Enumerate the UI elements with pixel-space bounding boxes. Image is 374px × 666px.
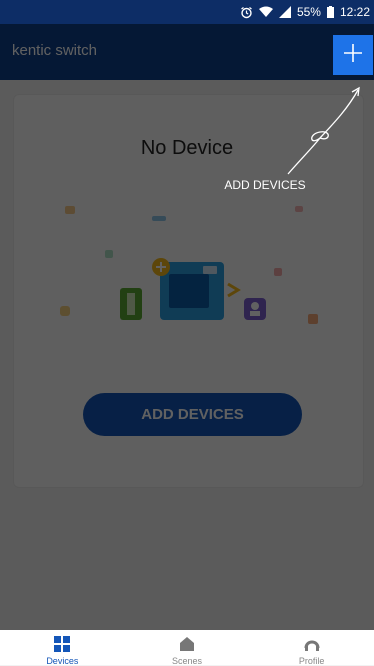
- hint-arrow-icon: [287, 86, 360, 175]
- battery-icon: [326, 6, 334, 18]
- add-devices-button[interactable]: ADD DEVICES: [83, 393, 302, 436]
- profile-icon: [304, 636, 320, 654]
- empty-devices-illustration: [60, 206, 318, 324]
- status-bar: 55% 12:22: [0, 0, 374, 24]
- clock-time: 12:22: [339, 5, 370, 19]
- app-title: kentic switch: [12, 42, 98, 59]
- plus-icon: [343, 43, 363, 68]
- home-icon: [179, 636, 195, 654]
- signal-icon: [278, 6, 291, 18]
- alarm-icon: [240, 6, 253, 19]
- nav-item-profile[interactable]: Profile: [272, 630, 352, 666]
- add-device-button-highlight[interactable]: [333, 35, 373, 75]
- hint-label: ADD DEVICES: [224, 178, 306, 192]
- app-bar: kentic switch: [0, 24, 374, 80]
- nav-item-scenes[interactable]: Scenes: [147, 630, 227, 666]
- nav-item-devices[interactable]: Devices: [22, 630, 102, 666]
- battery-percent: 55%: [296, 5, 321, 19]
- bottom-navigation: Devices Scenes Profile: [0, 630, 374, 666]
- wifi-icon: [258, 6, 273, 18]
- grid-icon: [54, 636, 71, 654]
